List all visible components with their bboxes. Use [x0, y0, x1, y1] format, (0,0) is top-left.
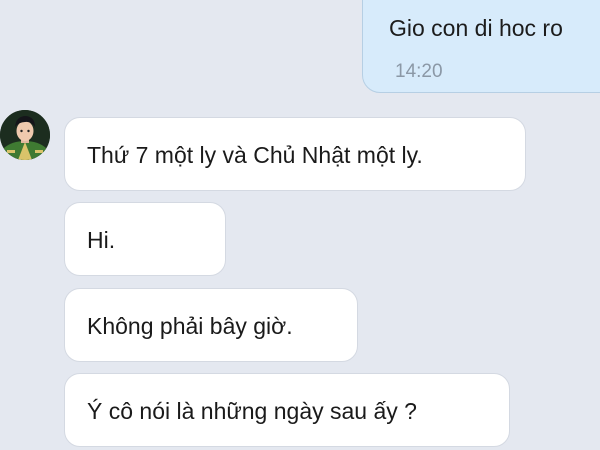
outgoing-message-text: Gio con di hoc ro	[389, 15, 563, 41]
incoming-message-bubble[interactable]: Hi.	[64, 202, 226, 276]
incoming-message-text: Không phải bây giờ.	[87, 313, 293, 339]
incoming-message-bubble[interactable]: Ý cô nói là những ngày sau ấy ?	[64, 373, 510, 447]
message-timestamp: 14:20	[395, 61, 443, 82]
officer-avatar-icon	[0, 110, 50, 160]
incoming-message-bubble[interactable]: Thứ 7 một ly và Chủ Nhật một ly.	[64, 117, 526, 191]
contact-avatar[interactable]	[0, 110, 50, 160]
chat-area: Gio con di hoc ro 14:20 Thứ 7 một ly và …	[0, 0, 600, 450]
incoming-message-bubble[interactable]: Không phải bây giờ.	[64, 288, 358, 362]
incoming-message-text: Thứ 7 một ly và Chủ Nhật một ly.	[87, 142, 423, 168]
incoming-message-text: Hi.	[87, 227, 116, 253]
incoming-message-text: Ý cô nói là những ngày sau ấy ?	[87, 398, 417, 424]
outgoing-message-bubble[interactable]: Gio con di hoc ro 14:20	[362, 0, 600, 93]
